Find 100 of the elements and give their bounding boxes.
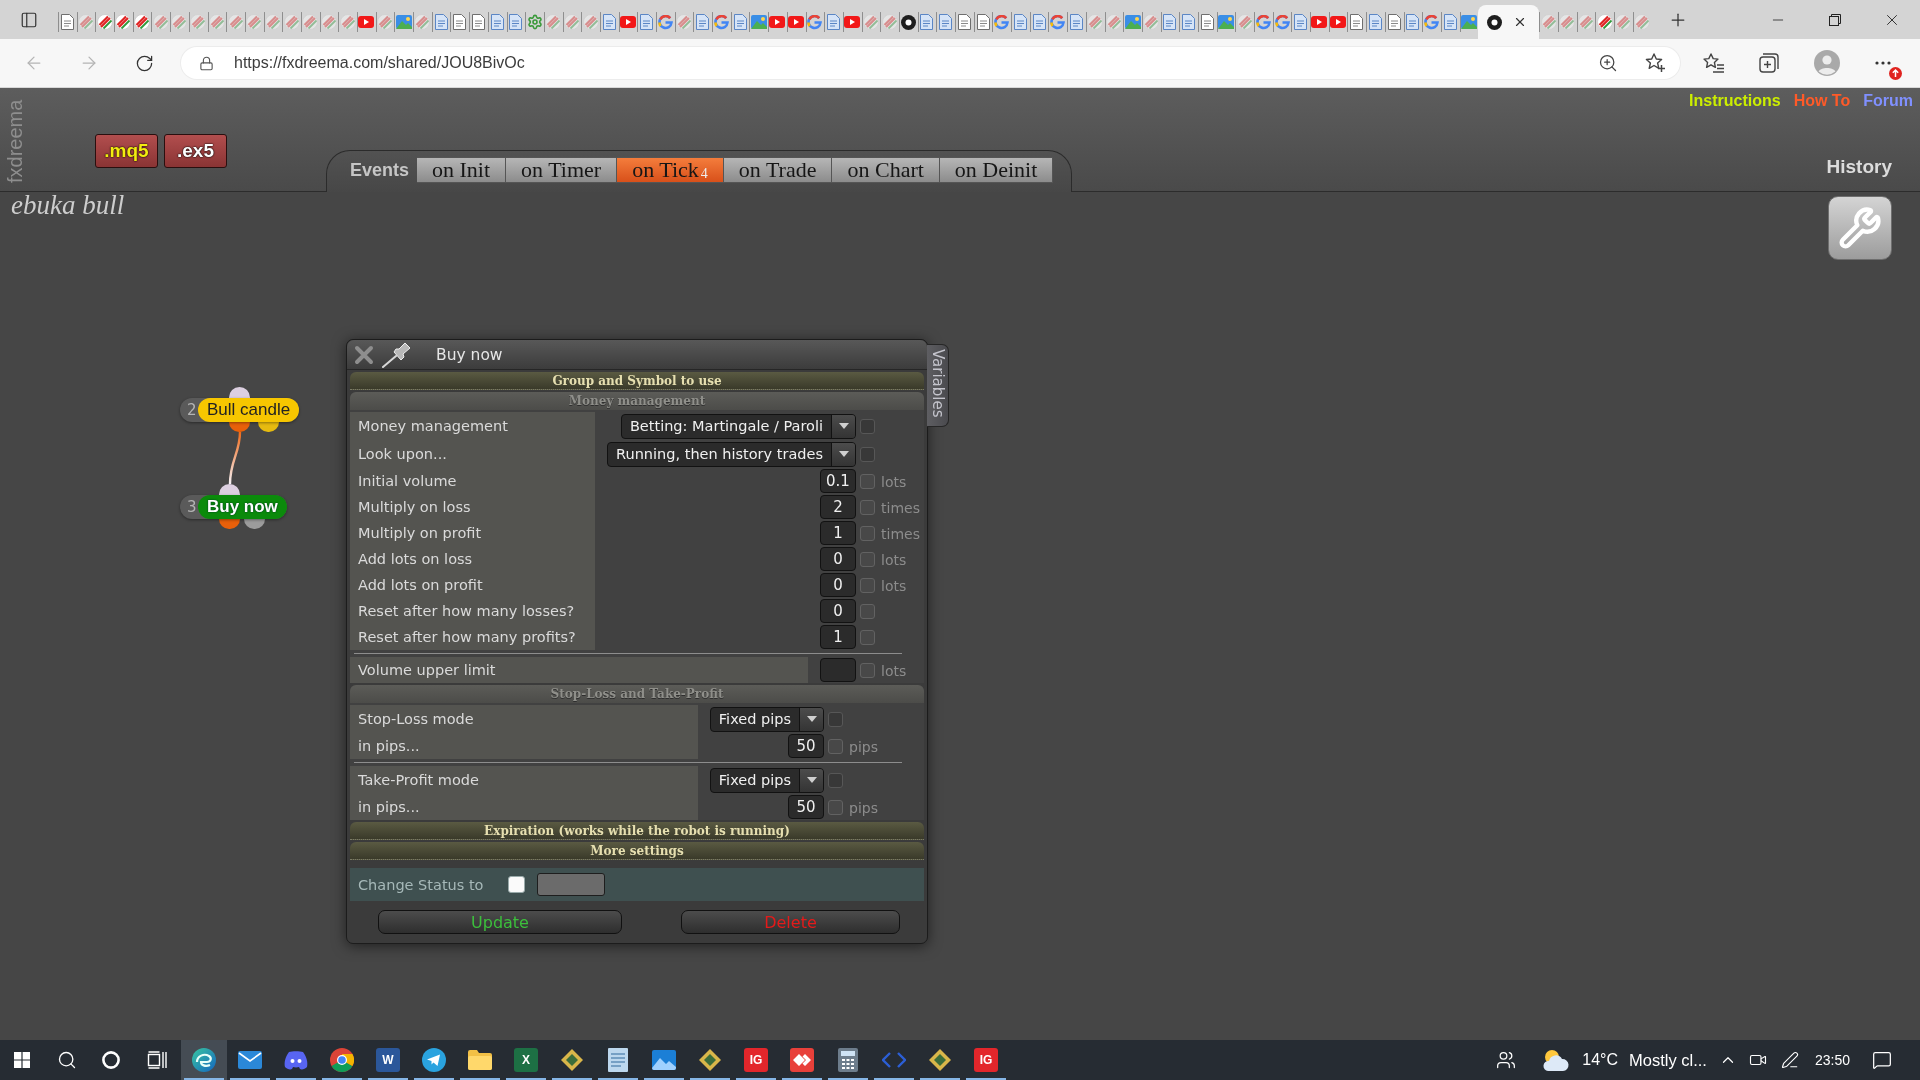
browser-tab[interactable] [1478, 5, 1540, 39]
taskbar-app[interactable] [181, 1040, 227, 1080]
number-field[interactable]: 0.1 [820, 469, 856, 493]
event-tab[interactable]: on Trade [723, 157, 833, 183]
document-icon [1069, 14, 1083, 30]
favorites-icon[interactable] [1703, 53, 1725, 73]
number-field[interactable]: 1 [820, 625, 856, 649]
status-field[interactable] [536, 873, 605, 896]
number-field[interactable]: 50 [788, 795, 824, 819]
checkbox[interactable] [507, 876, 525, 893]
output-port-icon[interactable] [229, 422, 250, 432]
document-icon [696, 14, 710, 30]
number-field[interactable] [820, 658, 856, 682]
event-tab[interactable]: on Chart [832, 157, 940, 183]
output-port-icon[interactable] [219, 519, 240, 529]
checkbox[interactable] [859, 473, 875, 489]
flow-node[interactable]: 3 Buy now [180, 495, 287, 519]
history-link[interactable]: History [1826, 156, 1892, 178]
dropdown[interactable]: Running, then history trades [607, 441, 856, 467]
section-header[interactable]: More settings [350, 842, 924, 860]
dropdown[interactable]: Betting: Martingale / Paroli [620, 413, 856, 439]
task-view-icon[interactable] [147, 1051, 167, 1069]
checkbox[interactable] [859, 577, 875, 593]
checkbox[interactable] [859, 525, 875, 541]
taskbar-app[interactable]: IG [733, 1040, 779, 1080]
document-icon [640, 14, 654, 30]
striped-ball-icon [227, 14, 244, 30]
number-field[interactable]: 0 [820, 599, 856, 623]
notification-icon[interactable] [1872, 1050, 1892, 1070]
output-port-icon[interactable] [244, 519, 265, 529]
node-label[interactable]: Bull candle [198, 398, 300, 422]
checkbox[interactable] [859, 662, 875, 678]
event-tab[interactable]: on Init [417, 157, 507, 183]
clock-time[interactable]: 23:50 [1814, 1052, 1850, 1068]
section-header[interactable]: Expiration (works while the robot is running) [350, 822, 924, 840]
document-icon [471, 14, 485, 30]
download-button[interactable]: .mq5 [95, 134, 158, 168]
cloud-sun-icon[interactable] [1542, 1049, 1570, 1071]
taskbar-app[interactable]: IG [963, 1040, 1009, 1080]
search-icon[interactable] [56, 1050, 77, 1070]
checkbox[interactable] [859, 629, 875, 645]
number-field[interactable]: 0 [820, 547, 856, 571]
node-label[interactable]: Buy now [198, 495, 287, 519]
checkbox[interactable] [827, 772, 843, 788]
number-field[interactable]: 2 [820, 495, 856, 519]
output-port-icon[interactable] [258, 422, 279, 432]
number-field[interactable]: 1 [820, 521, 856, 545]
side-tab[interactable]: Variables [927, 344, 949, 427]
download-button[interactable]: .ex5 [164, 134, 227, 168]
checkbox[interactable] [859, 499, 875, 515]
restore-icon[interactable] [1828, 13, 1841, 26]
checkbox[interactable] [827, 799, 843, 815]
pen-icon[interactable] [1780, 1051, 1799, 1069]
more-icon[interactable] [1875, 61, 1891, 65]
event-tab[interactable]: on Timer [506, 157, 618, 183]
reload-icon[interactable] [134, 53, 154, 73]
dropdown[interactable]: Fixed pips [709, 706, 824, 732]
checkbox[interactable] [859, 603, 875, 619]
people-icon[interactable] [1496, 1050, 1517, 1070]
caret-icon [806, 716, 817, 722]
document-icon [1406, 14, 1420, 30]
document-icon [602, 14, 616, 30]
taskbar-app[interactable]: X [503, 1040, 549, 1080]
tab-actions-icon[interactable] [20, 10, 38, 29]
striped-ball-icon [1615, 14, 1632, 30]
taskbar-app[interactable]: W [365, 1040, 411, 1080]
header-link[interactable]: Instructions [1689, 92, 1781, 110]
ring-icon[interactable] [102, 1051, 120, 1069]
update-button[interactable]: Update [378, 910, 622, 934]
section-header[interactable]: Group and Symbol to use [350, 372, 924, 390]
flow-node[interactable]: 2 Bull candle [180, 398, 300, 422]
zoom-in-icon[interactable] [1598, 53, 1618, 73]
image-icon [1460, 15, 1477, 29]
circle-icon [1487, 14, 1503, 30]
start-icon[interactable] [14, 1052, 30, 1068]
number-field[interactable]: 0 [820, 573, 856, 597]
g-letter-icon [1274, 14, 1290, 30]
checkbox[interactable] [859, 551, 875, 567]
checkbox[interactable] [827, 711, 843, 727]
star-plus-icon[interactable] [1645, 53, 1666, 73]
lock-icon[interactable] [199, 55, 214, 71]
tools-button[interactable] [1828, 196, 1892, 260]
dropdown[interactable]: Fixed pips [709, 767, 824, 793]
pin-icon[interactable] [381, 341, 413, 368]
number-field[interactable]: 50 [788, 734, 824, 758]
striped-ball-icon [881, 14, 898, 30]
checkbox[interactable] [859, 418, 875, 434]
unit-label: pips [848, 799, 878, 816]
input-port-icon[interactable] [219, 484, 240, 495]
checkbox[interactable] [827, 738, 843, 754]
event-tab[interactable]: on Deinit [939, 157, 1054, 183]
checkbox[interactable] [859, 446, 875, 462]
striped-ball-icon [676, 14, 693, 30]
address-field[interactable]: https://fxdreema.com/shared/JOU8BivOc [181, 47, 1680, 79]
collections-icon[interactable] [1759, 53, 1779, 73]
input-port-icon[interactable] [229, 387, 250, 398]
striped-ball-icon [152, 14, 169, 30]
avatar-icon[interactable] [1814, 50, 1840, 76]
field-label: Reset after how many profits? [358, 629, 576, 645]
event-tab[interactable]: on Tick4 [617, 157, 724, 183]
